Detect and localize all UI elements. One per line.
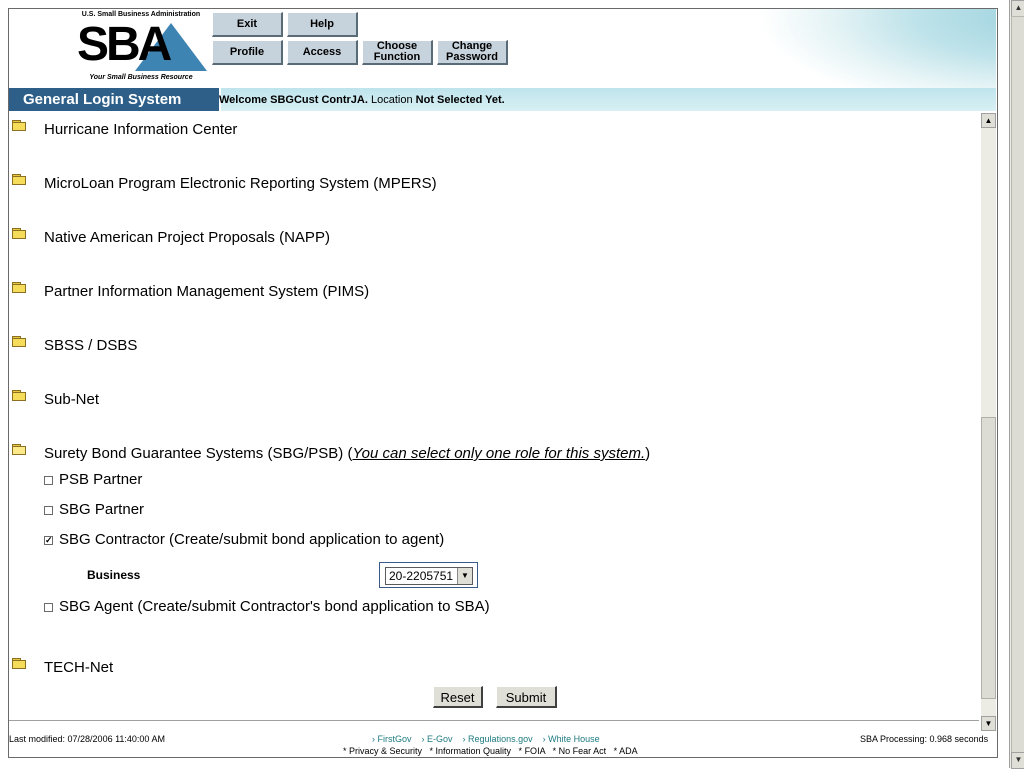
role-label-sbg-contractor: SBG Contractor (Create/submit bond appli… [59, 531, 445, 548]
link-whitehouse[interactable]: › White House [543, 734, 600, 744]
scroll-down-icon[interactable]: ▼ [1011, 752, 1024, 769]
help-button[interactable]: Help [287, 12, 358, 37]
location-value: Not Selected Yet. [415, 94, 505, 106]
scroll-up-icon[interactable]: ▲ [1011, 0, 1024, 17]
system-napp[interactable]: Native American Project Proposals (NAPP) [44, 229, 330, 246]
role-checkbox-sbg-contractor[interactable]: ✓ [44, 536, 53, 545]
content-scroll-up-icon[interactable]: ▲ [981, 113, 996, 128]
role-label-sbg-agent: SBG Agent (Create/submit Contractor's bo… [59, 598, 490, 615]
window-scrollbar[interactable]: ▲ ▼ [1009, 0, 1024, 769]
role-label-sbg-partner: SBG Partner [59, 501, 145, 518]
logo-agency: U.S. Small Business Administration [81, 11, 201, 18]
folder-icon[interactable] [12, 228, 27, 239]
system-hurricane[interactable]: Hurricane Information Center [44, 121, 237, 138]
surety-name: Surety Bond Guarantee Systems (SBG/PSB) … [44, 445, 353, 462]
system-subnet[interactable]: Sub-Net [44, 391, 99, 408]
scroll-thumb[interactable] [1011, 16, 1024, 753]
reset-button[interactable]: Reset [433, 686, 483, 708]
system-pims[interactable]: Partner Information Management System (P… [44, 283, 369, 300]
system-surety-bond[interactable]: Surety Bond Guarantee Systems (SBG/PSB) … [44, 445, 650, 462]
folder-icon[interactable] [12, 658, 27, 669]
system-sbss[interactable]: SBSS / DSBS [44, 337, 137, 354]
footer-policies[interactable]: * Privacy & Security * Information Quali… [343, 746, 638, 756]
folder-icon[interactable] [12, 390, 27, 401]
title-bar: General Login System Welcome SBGCust Con… [9, 88, 996, 111]
system-tech-net[interactable]: TECH-Net [44, 659, 113, 676]
access-button[interactable]: Access [287, 40, 358, 65]
header-swoosh [636, 9, 996, 88]
link-firstgov[interactable]: › FirstGov [372, 734, 412, 744]
choose-function-line2: Function [373, 51, 421, 63]
dropdown-arrow-icon[interactable]: ▼ [457, 568, 472, 584]
folder-icon[interactable] [12, 336, 27, 347]
location-label: Location [371, 94, 413, 106]
folder-icon[interactable] [12, 120, 27, 131]
role-checkbox-sbg-agent[interactable] [44, 603, 53, 612]
change-password-line2: Password [446, 51, 498, 63]
welcome-message: Welcome SBGCust ContrJA. Location Not Se… [219, 88, 505, 111]
content-scroll-thumb[interactable] [981, 417, 996, 699]
sba-logo[interactable]: U.S. Small Business Administration SBA Y… [75, 11, 207, 85]
submit-button[interactable]: Submit [496, 686, 557, 708]
business-select[interactable]: 20-2205751 ▼ [385, 567, 473, 585]
folder-icon[interactable] [12, 282, 27, 293]
profile-button[interactable]: Profile [212, 40, 283, 65]
footer-links: › FirstGov › E-Gov › Regulations.gov › W… [372, 734, 600, 744]
surety-close: ) [645, 445, 651, 462]
processing-time: SBA Processing: 0.968 seconds [860, 734, 989, 744]
surety-note: You can select only one role for this sy… [352, 445, 646, 462]
choose-function-button[interactable]: Choose Function [362, 40, 433, 65]
footer-divider [9, 720, 979, 721]
business-select-value: 20-2205751 [389, 569, 454, 583]
link-egov[interactable]: › E-Gov [422, 734, 453, 744]
business-select-frame: 20-2205751 ▼ [379, 562, 478, 588]
app-title: General Login System [9, 88, 221, 111]
change-password-button[interactable]: Change Password [437, 40, 508, 65]
content-scrollbar[interactable]: ▲ ▼ [981, 113, 996, 731]
folder-icon[interactable] [12, 174, 27, 185]
role-checkbox-psb-partner[interactable] [44, 476, 53, 485]
welcome-user: Welcome SBGCust ContrJA. [219, 94, 368, 106]
last-modified: Last modified: 07/28/2006 11:40:00 AM [9, 734, 165, 744]
system-mpers[interactable]: MicroLoan Program Electronic Reporting S… [44, 175, 437, 192]
folder-open-icon[interactable] [12, 444, 27, 455]
link-regulations[interactable]: › Regulations.gov [463, 734, 533, 744]
logo-mark: SBA [77, 18, 172, 71]
role-checkbox-sbg-partner[interactable] [44, 506, 53, 515]
content-scroll-down-icon[interactable]: ▼ [981, 716, 996, 731]
exit-button[interactable]: Exit [212, 12, 283, 37]
logo-tagline: Your Small Business Resource [89, 74, 193, 81]
role-label-psb-partner: PSB Partner [59, 471, 143, 488]
business-label: Business [87, 568, 141, 582]
